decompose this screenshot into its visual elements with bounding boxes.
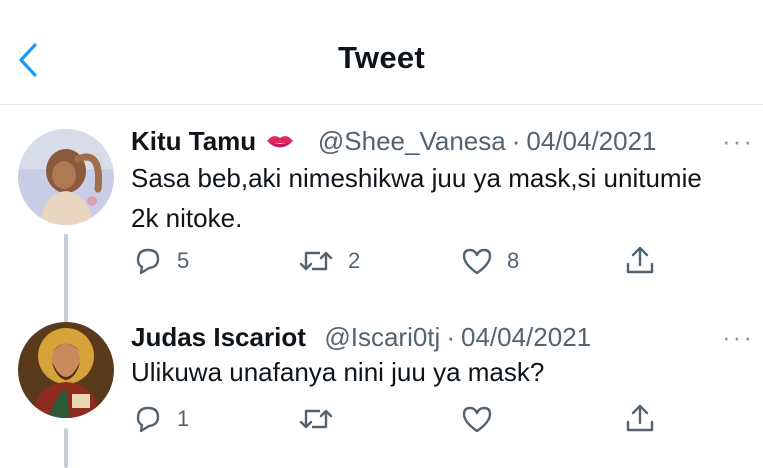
avatar[interactable] bbox=[18, 129, 114, 225]
thread-connector bbox=[64, 234, 68, 326]
user-handle[interactable]: @Shee_Vanesa bbox=[318, 126, 506, 156]
tweet-date[interactable]: 04/04/2021 bbox=[526, 126, 656, 156]
tweet-meta: Kitu Tamu @Shee_Vanesa · 04/04/2021 bbox=[131, 126, 657, 157]
like-icon bbox=[462, 248, 492, 275]
share-icon bbox=[626, 246, 654, 274]
avatar-photo bbox=[18, 129, 114, 225]
thread-connector bbox=[64, 428, 68, 468]
meta-separator: · bbox=[446, 322, 455, 352]
tweet-text-line: 2k nitoke. bbox=[131, 203, 243, 233]
reply-button[interactable]: 1 bbox=[133, 404, 189, 434]
tweet-meta: Judas Iscariot @Iscari0tj · 04/04/2021 bbox=[131, 322, 591, 353]
lips-emoji-icon bbox=[267, 136, 294, 148]
more-icon: ··· bbox=[722, 322, 754, 352]
like-button[interactable]: 8 bbox=[461, 247, 519, 275]
display-name[interactable]: Kitu Tamu bbox=[131, 126, 256, 156]
retweet-button[interactable] bbox=[298, 405, 334, 433]
retweet-icon bbox=[299, 251, 333, 271]
reply-count: 5 bbox=[177, 248, 190, 273]
share-button[interactable] bbox=[624, 402, 656, 434]
more-options-button[interactable]: ··· bbox=[722, 322, 754, 353]
like-icon bbox=[462, 406, 492, 433]
avatar-photo bbox=[18, 322, 114, 418]
tweet-text-line: Sasa beb,aki nimeshikwa juu ya mask,si u… bbox=[131, 163, 702, 193]
more-options-button[interactable]: ··· bbox=[722, 126, 754, 157]
avatar[interactable] bbox=[18, 322, 114, 418]
tweet-date[interactable]: 04/04/2021 bbox=[461, 322, 591, 352]
more-icon: ··· bbox=[722, 126, 754, 156]
display-name[interactable]: Judas Iscariot bbox=[131, 322, 306, 352]
like-count: 8 bbox=[507, 248, 520, 273]
meta-separator: · bbox=[511, 126, 521, 156]
share-button[interactable] bbox=[624, 244, 656, 276]
like-button[interactable] bbox=[461, 405, 493, 433]
tweet-item[interactable]: Kitu Tamu @Shee_Vanesa · 04/04/2021 ··· Sa… bbox=[0, 126, 763, 326]
page-title: Tweet bbox=[337, 40, 426, 75]
reply-count: 1 bbox=[177, 406, 190, 431]
tweet-text-line: Ulikuwa unafanya nini juu ya mask? bbox=[131, 357, 545, 387]
reply-button[interactable]: 5 bbox=[133, 246, 189, 276]
reply-icon bbox=[136, 248, 160, 275]
retweet-icon bbox=[299, 409, 333, 429]
share-icon bbox=[626, 404, 654, 432]
retweet-button[interactable]: 2 bbox=[298, 247, 360, 275]
top-bar: Tweet bbox=[0, 0, 763, 105]
reply-icon bbox=[136, 406, 160, 433]
tweet-item[interactable]: Judas Iscariot @Iscari0tj · 04/04/2021 ···… bbox=[0, 322, 763, 468]
retweet-count: 2 bbox=[348, 248, 361, 273]
user-handle[interactable]: @Iscari0tj bbox=[324, 322, 440, 352]
